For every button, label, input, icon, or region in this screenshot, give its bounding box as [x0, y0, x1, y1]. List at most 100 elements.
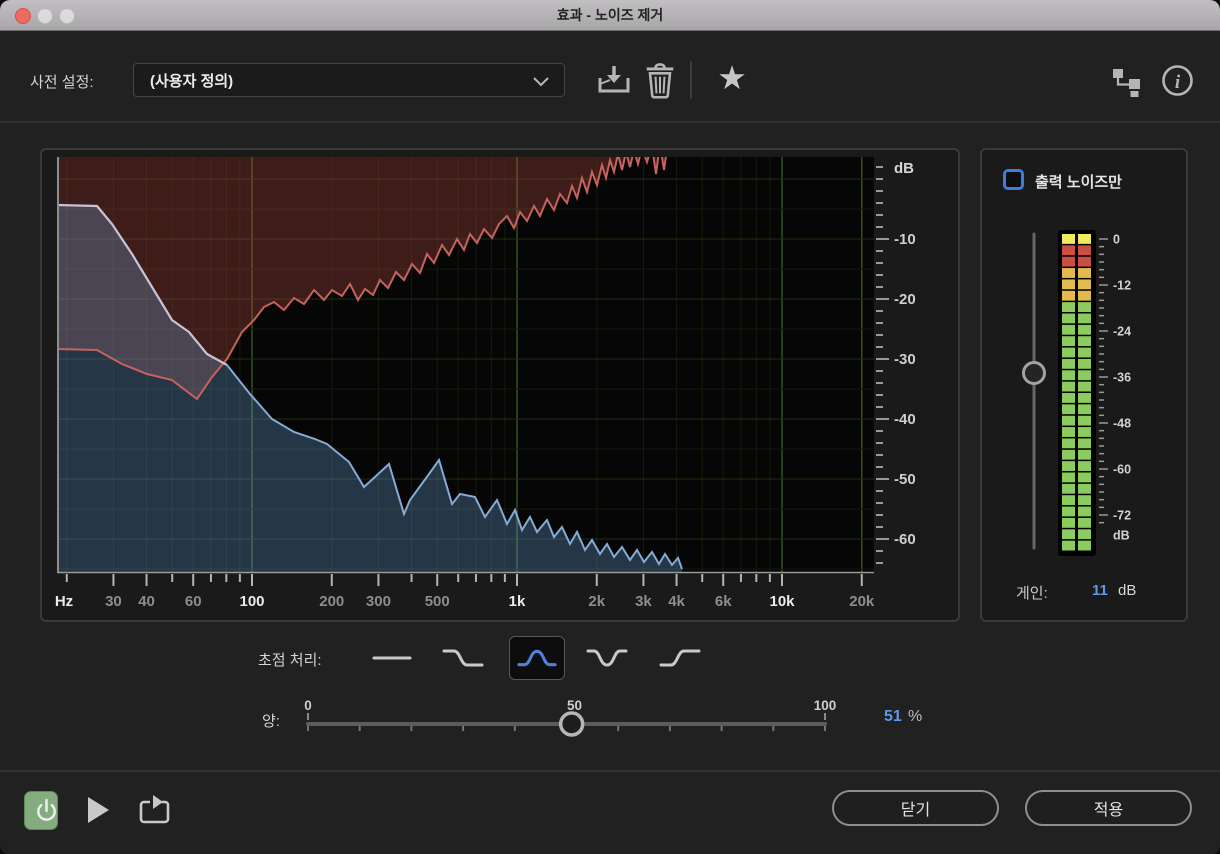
freq-tick-label: 30 [105, 593, 122, 610]
amount-value[interactable]: 51 [884, 708, 902, 726]
meter-segment-left [1062, 427, 1075, 437]
meter-segment-left [1062, 268, 1075, 278]
meter-segment-left [1062, 461, 1075, 471]
footer-divider [0, 770, 1220, 772]
db-tick-label: -40 [894, 411, 916, 428]
power-icon [37, 798, 56, 821]
meter-segment-left [1062, 336, 1075, 347]
meter-scale-label: -48 [1113, 417, 1131, 431]
meter-segment-left [1062, 449, 1075, 460]
focus-processing-label: 초점 처리: [258, 652, 322, 669]
info-icon: i [1162, 65, 1193, 96]
spectrum-graph-panel: Hz 30 40 60 100 200 300 500 1k 2k 3k 4k 6k 10k 20k dB -1… [40, 148, 960, 622]
meter-segment-left [1062, 472, 1075, 483]
meter-segment-left [1062, 358, 1075, 369]
meter-segment-left [1062, 438, 1075, 449]
freq-axis-unit-label: Hz [55, 593, 73, 610]
meter-segment-right [1078, 381, 1091, 392]
freq-tick-label: 10k [769, 593, 795, 610]
level-meter: 0 -12 -24 -36 -48 -60 -72 dB [1022, 230, 1131, 556]
meter-segment-right [1078, 302, 1091, 312]
freq-tick-label: 200 [319, 593, 344, 610]
output-panel: 출력 노이즈만 0 -12 -24 -36 -48 -60 -72 dB 게인: 11 dB [980, 148, 1188, 622]
meter-segment-right [1078, 370, 1091, 381]
meter-segment-right [1078, 358, 1091, 369]
focus-shape-flat-button[interactable] [364, 636, 420, 680]
freq-tick-label: 1k [509, 593, 526, 610]
meter-segment-left [1062, 506, 1075, 517]
meter-scale-label: 0 [1113, 233, 1120, 247]
meter-segment-right [1078, 461, 1091, 471]
play-icon [88, 797, 109, 823]
focus-shape-highshelf-button[interactable] [652, 636, 708, 680]
amount-scale-label: 100 [814, 698, 837, 713]
amount-slider[interactable]: 0 50 100 [300, 694, 840, 740]
gain-value[interactable]: 11 [1092, 582, 1108, 599]
meter-segment-left [1062, 234, 1075, 244]
freq-tick-label: 20k [849, 593, 875, 610]
meter-segment-right [1078, 347, 1091, 358]
title-bar[interactable]: 효과 - 노이즈 제거 [0, 0, 1220, 31]
meter-segment-right [1078, 438, 1091, 449]
svg-text:i: i [1175, 72, 1181, 93]
info-button[interactable]: i [1161, 64, 1194, 100]
favorite-star-icon[interactable]: ★ [712, 58, 752, 98]
toolbar-divider [690, 61, 692, 99]
close-button[interactable]: 닫기 [832, 790, 999, 826]
meter-segment-left [1062, 279, 1075, 290]
meter-segment-left [1062, 256, 1075, 267]
meter-segment-right [1078, 313, 1091, 324]
amount-slider-knob[interactable] [558, 711, 585, 737]
window-title: 효과 - 노이즈 제거 [556, 7, 664, 23]
meter-segment-left [1062, 495, 1075, 506]
meter-segment-right [1078, 415, 1091, 426]
apply-button[interactable]: 적용 [1025, 790, 1192, 826]
output-slider-knob[interactable] [1022, 361, 1046, 385]
freq-tick-label: 100 [239, 593, 264, 610]
chevron-down-icon [533, 77, 549, 87]
meter-segment-right [1078, 506, 1091, 517]
meter-segment-right [1078, 495, 1091, 506]
meter-segment-right [1078, 324, 1091, 335]
meter-segment-left [1062, 324, 1075, 335]
focus-shape-lowshelf-button[interactable] [435, 636, 491, 680]
db-axis-unit-label: dB [894, 160, 914, 177]
meter-segment-right [1078, 449, 1091, 460]
flat-curve-icon [372, 656, 412, 660]
effect-power-toggle[interactable] [24, 791, 58, 830]
save-preset-icon [598, 66, 630, 93]
preset-label: 사전 설정: [30, 74, 94, 91]
delete-preset-button[interactable] [642, 60, 678, 103]
header-divider [0, 121, 1220, 123]
routing-button[interactable] [1112, 65, 1143, 100]
high-shelf-curve-icon [659, 649, 701, 667]
meter-segment-right [1078, 540, 1091, 551]
spectrum-plot[interactable]: Hz 30 40 60 100 200 300 500 1k 2k 3k 4k 6k 10k 20k dB -1… [42, 150, 958, 620]
amount-scale-label: 0 [304, 698, 312, 713]
meter-segment-right [1078, 234, 1091, 244]
focus-shape-bell-button[interactable] [509, 636, 565, 680]
freq-tick-label: 6k [715, 593, 732, 610]
save-preset-button[interactable] [596, 62, 632, 101]
meter-scale-label: -60 [1113, 463, 1131, 477]
meter-scale-label: -36 [1113, 371, 1131, 385]
meter-segment-right [1078, 483, 1091, 494]
focus-shape-notch-button[interactable] [579, 636, 635, 680]
gain-label: 게인: [1016, 585, 1048, 602]
db-tick-label: -30 [894, 351, 916, 368]
meter-segment-left [1062, 302, 1075, 312]
db-tick-label: -10 [894, 231, 916, 248]
meter-segment-left [1062, 381, 1075, 392]
meter-segment-left [1062, 313, 1075, 324]
preset-dropdown[interactable]: (사용자 정의) [133, 63, 565, 97]
meter-segment-right [1078, 279, 1091, 290]
meter-segment-left [1062, 517, 1075, 528]
meter-segment-left [1062, 370, 1075, 381]
meter-scale-label: -24 [1113, 325, 1131, 339]
meter-segment-right [1078, 529, 1091, 540]
meter-segment-left [1062, 290, 1075, 301]
meter-segment-right [1078, 393, 1091, 403]
notch-curve-icon [586, 649, 628, 667]
preview-play-button[interactable] [84, 795, 112, 828]
loop-playback-button[interactable] [138, 794, 172, 829]
